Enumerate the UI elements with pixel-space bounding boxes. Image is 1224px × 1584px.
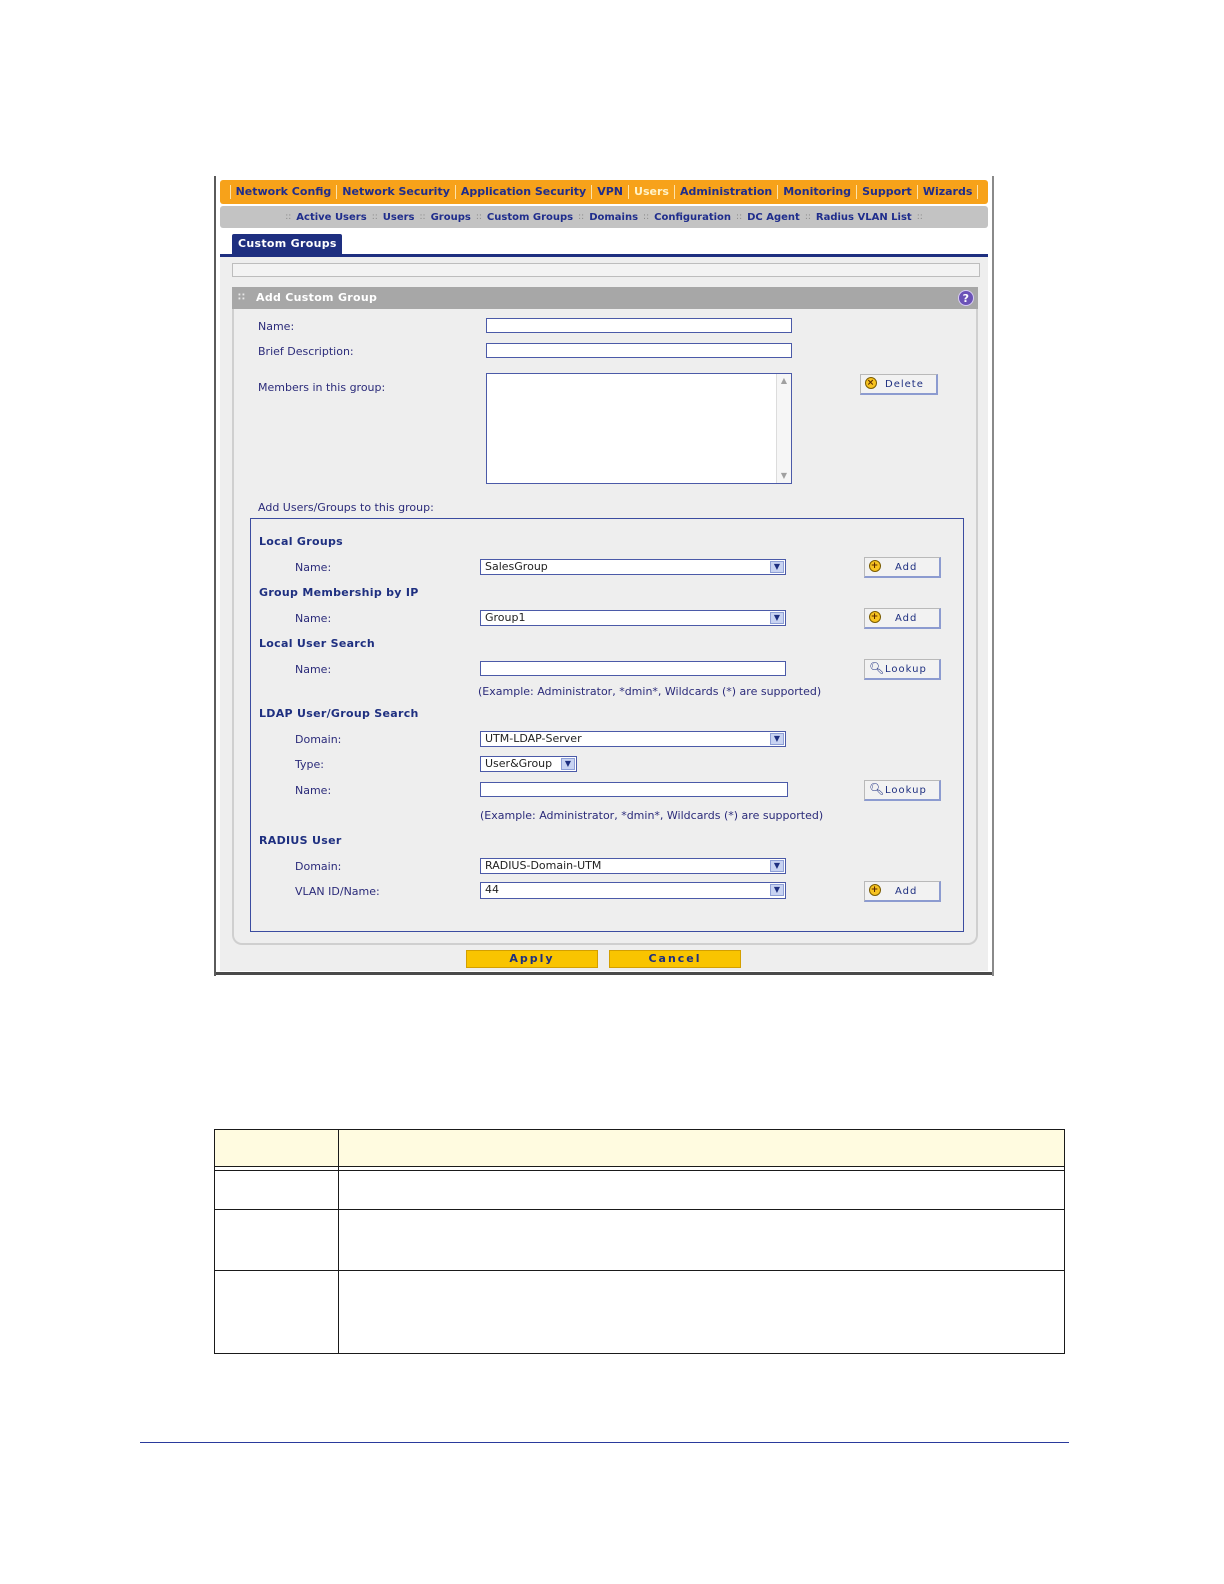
screenshot-window: Network Config Network Security Applicat… <box>214 176 994 976</box>
local-user-name-label: Name: <box>295 663 332 676</box>
nav-network-security[interactable]: Network Security <box>336 185 455 199</box>
page-footer-rule <box>140 1442 1069 1443</box>
radius-user-heading: RADIUS User <box>259 834 342 847</box>
subnav-groups[interactable]: Groups <box>431 212 471 223</box>
local-user-search-heading: Local User Search <box>259 637 375 650</box>
nav-application-security[interactable]: Application Security <box>454 185 591 199</box>
add-custom-group-section: ∷ Add Custom Group ? Name: Brief Descrip… <box>232 287 978 945</box>
ip-membership-name-label: Name: <box>295 612 332 625</box>
table-row-divider <box>215 1209 1064 1210</box>
nav-wizards[interactable]: Wizards <box>916 185 978 199</box>
add-members-panel: Local Groups Name: SalesGroup ▼ + Add Gr… <box>250 518 964 932</box>
description-label: Brief Description: <box>258 345 354 358</box>
nav-administration[interactable]: Administration <box>673 185 777 199</box>
ip-membership-add-button[interactable]: + Add <box>864 608 941 629</box>
members-list[interactable]: ▲ ▼ <box>486 373 792 484</box>
nav-users[interactable]: Users <box>628 185 674 199</box>
name-label: Name: <box>258 320 295 333</box>
cancel-button[interactable]: Cancel <box>609 950 741 968</box>
radius-add-button[interactable]: + Add <box>864 881 941 902</box>
radius-vlan-select[interactable]: 44 ▼ <box>480 882 786 899</box>
ldap-domain-select[interactable]: UTM-LDAP-Server ▼ <box>480 731 786 747</box>
subnav-radius-vlan-list[interactable]: Radius VLAN List <box>816 212 912 223</box>
nav-monitoring[interactable]: Monitoring <box>777 185 856 199</box>
radius-domain-select[interactable]: RADIUS-Domain-UTM ▼ <box>480 858 786 874</box>
nav-network-config[interactable]: Network Config <box>229 185 337 199</box>
content-area: ∷ Add Custom Group ? Name: Brief Descrip… <box>220 257 988 971</box>
help-icon[interactable]: ? <box>958 290 974 306</box>
name-field[interactable] <box>486 318 792 333</box>
local-user-name-field[interactable] <box>480 661 786 676</box>
subnav-domains[interactable]: Domains <box>589 212 638 223</box>
nav-vpn[interactable]: VPN <box>591 185 628 199</box>
section-header: ∷ Add Custom Group ? <box>232 287 978 309</box>
chevron-down-icon: ▼ <box>770 860 784 872</box>
add-icon: + <box>869 560 881 572</box>
table-header-row <box>215 1130 1064 1166</box>
description-field[interactable] <box>486 343 792 358</box>
radius-domain-label: Domain: <box>295 860 342 873</box>
subnav-dc-agent[interactable]: DC Agent <box>747 212 800 223</box>
local-groups-heading: Local Groups <box>259 535 343 548</box>
table-column-divider <box>338 1130 339 1353</box>
subnav-active-users[interactable]: Active Users <box>296 212 366 223</box>
nav-divider <box>977 185 979 199</box>
local-groups-name-label: Name: <box>295 561 332 574</box>
table-header-divider <box>215 1170 1064 1171</box>
ldap-type-label: Type: <box>295 758 324 771</box>
members-scrollbar[interactable]: ▲ ▼ <box>776 374 791 483</box>
grip-icon: ∷ <box>238 292 245 303</box>
local-user-hint: (Example: Administrator, *dmin*, Wildcar… <box>478 685 822 698</box>
subnav-users[interactable]: Users <box>383 212 415 223</box>
tab-custom-groups[interactable]: Custom Groups <box>232 234 342 254</box>
section-title: Add Custom Group <box>256 291 378 304</box>
subnav-configuration[interactable]: Configuration <box>654 212 731 223</box>
local-user-lookup-button[interactable]: 🔍︎ Lookup <box>864 659 941 680</box>
ldap-name-field[interactable] <box>480 782 788 797</box>
chevron-down-icon: ▼ <box>770 733 784 745</box>
ldap-hint: (Example: Administrator, *dmin*, Wildcar… <box>480 809 824 822</box>
ldap-search-heading: LDAP User/Group Search <box>259 707 419 720</box>
add-users-groups-label: Add Users/Groups to this group: <box>258 501 434 514</box>
scroll-down-icon[interactable]: ▼ <box>779 471 789 481</box>
chevron-down-icon: ▼ <box>770 561 784 573</box>
top-navigation-bar: Network Config Network Security Applicat… <box>220 180 988 204</box>
ip-membership-select[interactable]: Group1 ▼ <box>480 610 786 626</box>
ldap-domain-label: Domain: <box>295 733 342 746</box>
ip-membership-heading: Group Membership by IP <box>259 586 419 599</box>
subnav-custom-groups[interactable]: Custom Groups <box>487 212 573 223</box>
members-label: Members in this group: <box>258 381 386 394</box>
local-groups-add-button[interactable]: + Add <box>864 557 941 578</box>
local-groups-select[interactable]: SalesGroup ▼ <box>480 559 786 575</box>
chevron-down-icon: ▼ <box>561 758 575 770</box>
table-row-divider <box>215 1270 1064 1271</box>
magnifier-icon: 🔍︎ <box>869 782 886 796</box>
nav-support[interactable]: Support <box>856 185 917 199</box>
settings-table <box>214 1129 1065 1354</box>
message-bar <box>232 263 980 277</box>
chevron-down-icon: ▼ <box>770 884 784 896</box>
ldap-name-label: Name: <box>295 784 332 797</box>
delete-icon: × <box>865 377 877 389</box>
magnifier-icon: 🔍︎ <box>869 661 886 675</box>
ldap-type-select[interactable]: User&Group ▼ <box>480 756 577 772</box>
window-bottom-border <box>216 972 992 975</box>
chevron-down-icon: ▼ <box>770 612 784 624</box>
add-icon: + <box>869 611 881 623</box>
scroll-up-icon[interactable]: ▲ <box>779 376 789 386</box>
add-icon: + <box>869 884 881 896</box>
radius-vlan-label: VLAN ID/Name: <box>295 885 380 898</box>
sub-navigation-bar: :: Active Users :: Users :: Groups :: Cu… <box>220 206 988 228</box>
delete-button[interactable]: × Delete <box>860 374 938 395</box>
table-header-divider <box>215 1166 1064 1167</box>
ldap-lookup-button[interactable]: 🔍︎ Lookup <box>864 780 941 801</box>
apply-button[interactable]: Apply <box>466 950 598 968</box>
